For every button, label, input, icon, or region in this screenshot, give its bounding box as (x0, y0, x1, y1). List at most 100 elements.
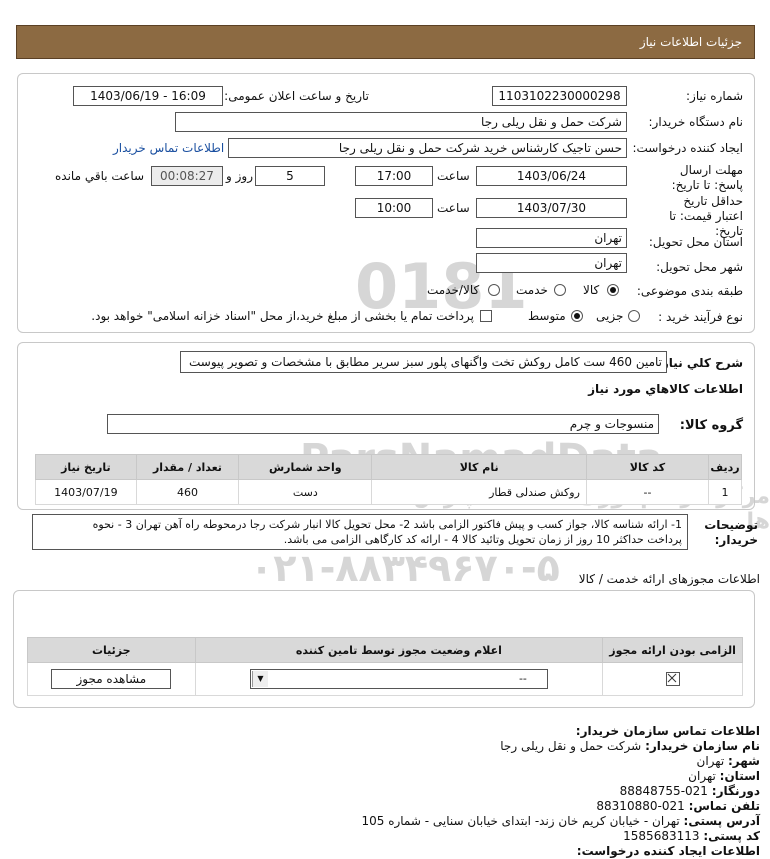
deadline-date-field: 1403/06/24 (476, 166, 627, 186)
city-label: شهر محل تحویل: (656, 260, 743, 274)
category-option-service: خدمت (516, 283, 548, 297)
cross-icon (667, 673, 676, 683)
city-field: تهران (476, 253, 627, 273)
view-permit-button[interactable]: مشاهده مجوز (51, 669, 172, 689)
permit-details-cell: مشاهده مجوز (27, 662, 196, 696)
contact-city-value: تهران (696, 754, 725, 768)
province-field: تهران (476, 228, 627, 248)
permit-status-cell: -- ▼ (194, 662, 604, 696)
goods-section-title: اطلاعات کالاهاي مورد نياز (588, 382, 743, 396)
validity-label: حداقل تاریخ اعتبار قیمت: تا تاریخ: (669, 194, 743, 238)
col-unit: واحد شمارش (238, 454, 373, 480)
col-permit-status: اعلام وضعیت مجوز توسط تامین کننده (194, 637, 604, 663)
cell-name: روکش صندلی قطار (371, 479, 587, 505)
permits-table-header: الزامی بودن ارائه مجوز اعلام وضعیت مجوز … (27, 637, 743, 663)
permit-required-cell (602, 662, 743, 696)
contact-phone-value: 021-88310880 (596, 799, 685, 813)
treasury-checkbox[interactable] (480, 310, 492, 322)
chevron-down-icon[interactable]: ▼ (251, 671, 268, 687)
buyer-org-label: نام دستگاه خریدار: (648, 115, 744, 129)
cell-row: 1 (708, 479, 742, 505)
validity-time-field: 10:00 (355, 198, 433, 218)
col-row: ردیف (708, 454, 742, 480)
contact-city-line: شهر: تهران (20, 754, 760, 769)
process-label: نوع فرآیند خرید : (658, 310, 743, 324)
deadline-label: مهلت ارسال پاسخ: تا تاریخ: (671, 163, 743, 192)
remaining-time-field: 00:08:27 (151, 166, 223, 186)
validity-date-field: 1403/07/30 (476, 198, 627, 218)
goods-table: ردیف کد کالا نام کالا واحد شمارش تعداد /… (35, 454, 742, 505)
category-label: طبقه بندی موضوعی: (636, 284, 743, 298)
cell-date: 1403/07/19 (35, 479, 137, 505)
contact-org-value: شرکت حمل و نقل ریلی رجا (500, 739, 642, 753)
goods-group-field: منسوجات و چرم (107, 414, 659, 434)
contact-address-label: آدرس پستی: (683, 814, 760, 828)
validity-time-label: ساعت (437, 201, 470, 215)
contact-address-line: آدرس پستی: تهران - خیابان کریم خان زند- … (20, 814, 760, 829)
buyer-notes-label: توضیحات خریدار: (704, 518, 758, 547)
contact-fax-line: دورنگار: 021-88848755 (20, 784, 760, 799)
contact-city-label: شهر: (728, 754, 760, 768)
category-radio-goods[interactable] (607, 284, 619, 296)
contact-fax-label: دورنگار: (711, 784, 760, 798)
process-option-medium: متوسط (528, 309, 566, 323)
contact-province-value: تهران (688, 769, 716, 783)
contact-section: اطلاعات تماس سازمان خریدار: نام سازمان خ… (20, 724, 760, 859)
remaining-days-field: 5 (255, 166, 325, 186)
remaining-time-label: ساعت باقي مانده (55, 169, 145, 183)
contact-phone-line: تلفن تماس: 021-88310880 (20, 799, 760, 814)
cell-unit: دست (238, 479, 373, 505)
category-radio-service[interactable] (554, 284, 566, 296)
requester-label: ایجاد کننده درخواست: (632, 141, 743, 155)
announce-field: 1403/06/19 - 16:09 (73, 86, 223, 106)
requester-field: حسن تاجیک کارشناس خرید شرکت حمل و نقل ری… (228, 138, 627, 158)
deadline-time-field: 17:00 (355, 166, 433, 186)
col-permit-details: جزئیات (27, 637, 196, 663)
contact-postal-line: کد پستی: 1585683113 (20, 829, 760, 844)
buyer-notes-box: 1- ارائه شناسه کالا، جواز کسب و پیش فاکت… (32, 514, 688, 550)
cell-code: -- (585, 479, 710, 505)
process-radio-medium[interactable] (571, 310, 583, 322)
description-label: شرح کلي نياز: (657, 356, 743, 370)
col-date: تاریخ نیاز (35, 454, 137, 480)
cell-qty: 460 (135, 479, 240, 505)
goods-group-label: گروه کالا: (679, 418, 743, 433)
permit-status-value: -- (518, 672, 527, 685)
need-number-label: شماره نیاز: (686, 89, 743, 103)
contact-org-label: نام سازمان خریدار: (645, 739, 760, 753)
treasury-note: پرداخت تمام یا بخشی از مبلغ خرید،از محل … (91, 309, 474, 323)
col-qty: تعداد / مقدار (135, 454, 240, 480)
category-radio-goods-service[interactable] (488, 284, 500, 296)
buyer-notes-line2: پرداخت حداکثر 10 روز از زمان تحویل وتائی… (283, 533, 682, 546)
contact-title: اطلاعات تماس سازمان خریدار: (575, 724, 760, 738)
permits-title: اطلاعات مجوزهای ارائه خدمت / کالا (578, 572, 760, 586)
process-radio-minor[interactable] (628, 310, 640, 322)
contact-address-value: تهران - خیابان کریم خان زند- ابتدای خیاب… (361, 814, 680, 828)
goods-table-header: ردیف کد کالا نام کالا واحد شمارش تعداد /… (35, 454, 742, 480)
process-option-minor: جزیی (596, 309, 624, 323)
contact-fax-value: 021-88848755 (619, 784, 708, 798)
table-row: 1 -- روکش صندلی قطار دست 460 1403/07/19 (35, 479, 742, 505)
col-permit-required: الزامی بودن ارائه مجوز (602, 637, 743, 663)
permit-status-select[interactable]: -- ▼ (249, 669, 548, 689)
buyer-contact-link[interactable]: اطلاعات تماس خریدار (113, 141, 224, 155)
contact-phone-label: تلفن تماس: (688, 799, 760, 813)
page-header: جزئیات اطلاعات نیاز (16, 25, 755, 59)
description-field: تامین 460 ست کامل روکش تخت واگنهای پلور … (180, 351, 667, 373)
announce-label: تاریخ و ساعت اعلان عمومی: (224, 89, 369, 103)
contact-creator-title: اطلاعات ایجاد کننده درخواست: (576, 844, 760, 858)
page-title: جزئیات اطلاعات نیاز (639, 35, 742, 49)
contact-province-label: استان: (719, 769, 760, 783)
buyer-org-field: شرکت حمل و نقل ریلی رجا (175, 112, 627, 132)
contact-province-line: استان: تهران (20, 769, 760, 784)
contact-postal-label: کد پستی: (703, 829, 760, 843)
contact-org-line: نام سازمان خریدار: شرکت حمل و نقل ریلی ر… (20, 739, 760, 754)
need-number-field: 1103102230000298 (492, 86, 627, 106)
col-name: نام کالا (371, 454, 587, 480)
buyer-notes-line1: 1- ارائه شناسه کالا، جواز کسب و پیش فاکت… (92, 518, 682, 531)
watermark-phone: ۰۲۱-۸۸۳۴۹۶۷۰-۵ (250, 546, 560, 590)
days-and-label: روز و (226, 169, 253, 183)
permits-table: الزامی بودن ارائه مجوز اعلام وضعیت مجوز … (27, 637, 743, 696)
category-option-goods: کالا (583, 283, 600, 297)
permit-required-checkbox (665, 672, 680, 686)
